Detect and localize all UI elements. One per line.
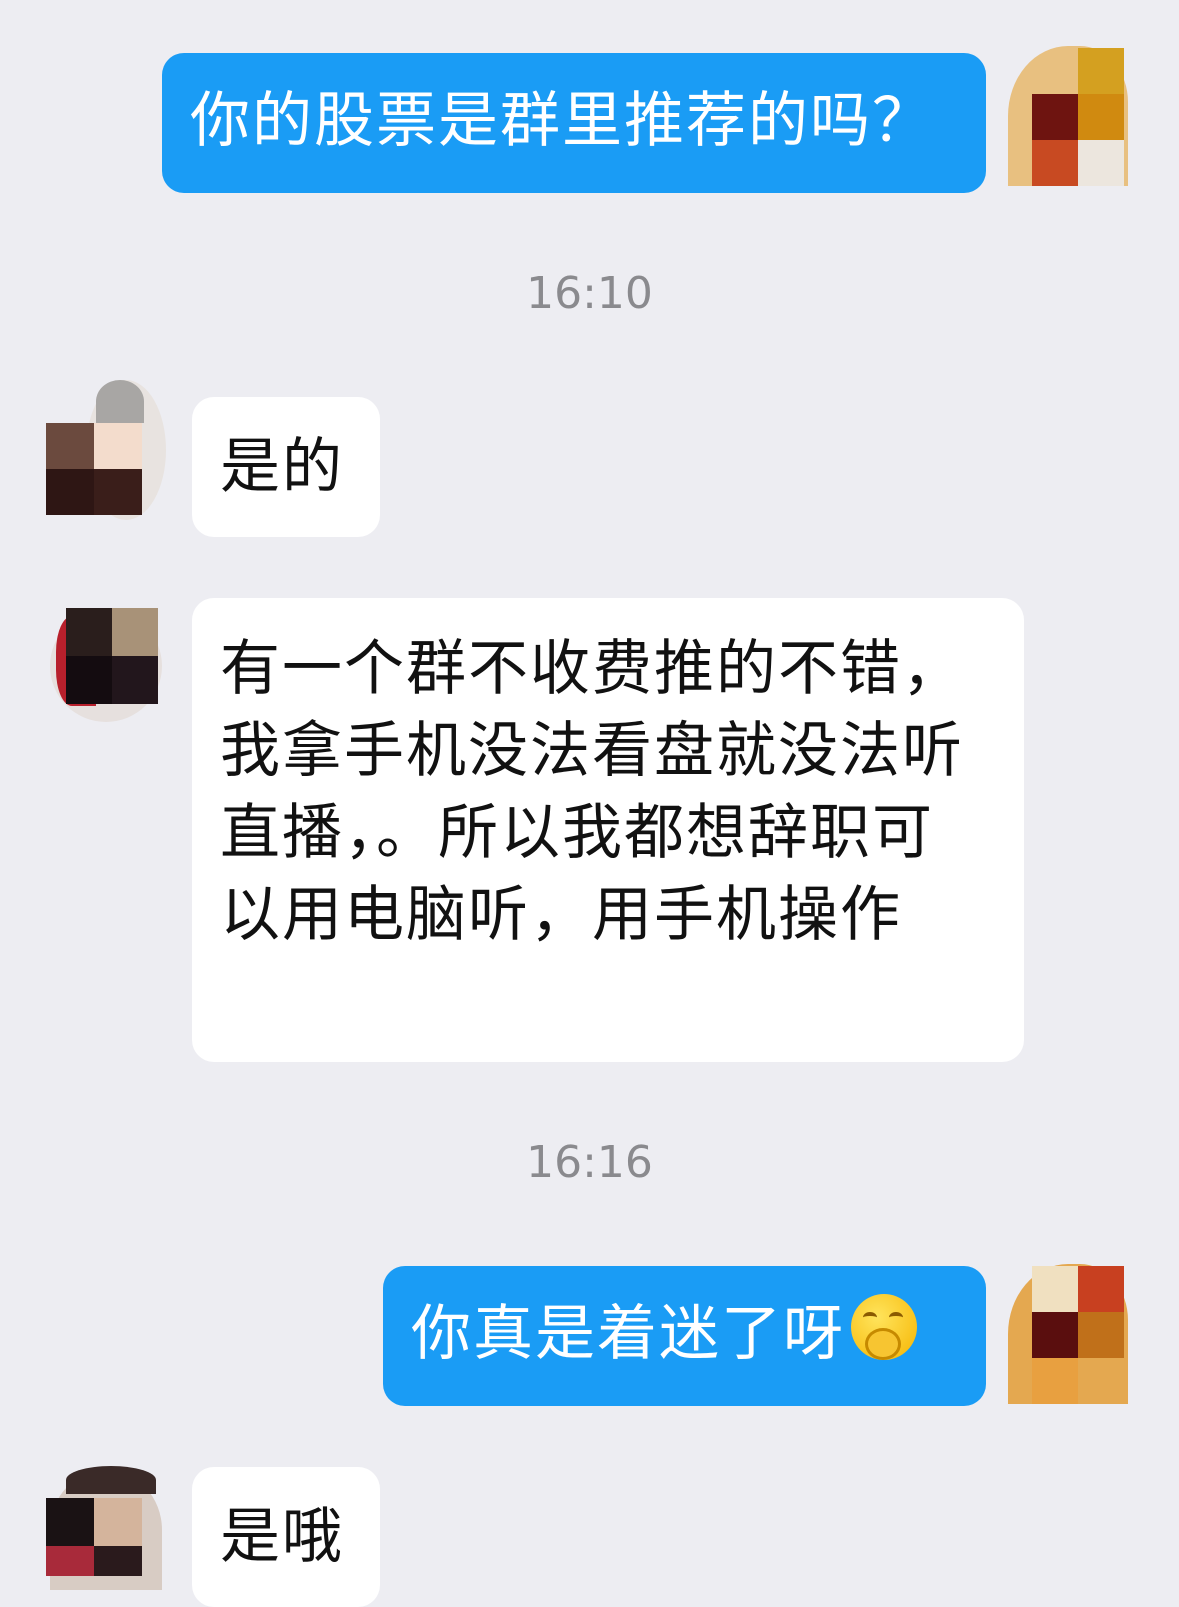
message-text: 是的 — [220, 432, 344, 502]
message-text: 有一个群不收费推的不错，我拿手机没法看盘就没法听直播，。所以我都想辞职可以用电脑… — [220, 634, 964, 950]
message-text: 是哦 — [220, 1502, 344, 1572]
contact-avatar[interactable] — [46, 1466, 166, 1606]
my-avatar[interactable] — [1008, 46, 1128, 186]
message-text: 你的股票是群里推荐的吗？ — [190, 86, 934, 156]
contact-avatar[interactable] — [46, 606, 166, 746]
message-text: 你真是着迷了呀 — [411, 1299, 845, 1369]
contact-avatar[interactable] — [46, 380, 166, 520]
hand-over-mouth-emoji-icon — [851, 1294, 917, 1360]
my-avatar[interactable] — [1008, 1264, 1128, 1404]
timestamp: 16:16 — [526, 1137, 653, 1188]
incoming-message-bubble[interactable]: 是的 — [192, 397, 380, 537]
incoming-message-bubble[interactable]: 是哦 — [192, 1467, 380, 1607]
incoming-message-bubble[interactable]: 有一个群不收费推的不错，我拿手机没法看盘就没法听直播，。所以我都想辞职可以用电脑… — [192, 598, 1024, 1062]
outgoing-message-bubble[interactable]: 你真是着迷了呀 — [383, 1266, 986, 1406]
timestamp: 16:10 — [526, 268, 653, 319]
outgoing-message-bubble[interactable]: 你的股票是群里推荐的吗？ — [162, 53, 986, 193]
